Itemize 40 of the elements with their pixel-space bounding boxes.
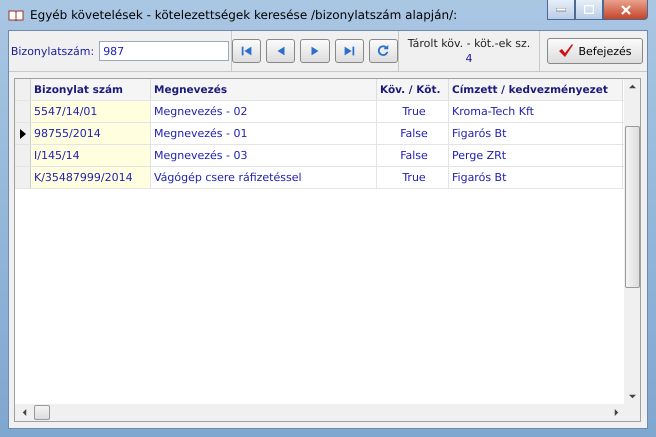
scroll-right-icon[interactable]	[613, 409, 620, 416]
column-header[interactable]: Köv. / Köt.	[377, 79, 449, 100]
first-record-icon	[240, 44, 254, 58]
scroll-thumb[interactable]	[624, 126, 640, 288]
refresh-icon	[376, 44, 390, 58]
vertical-scrollbar[interactable]	[624, 79, 640, 404]
maximize-icon	[584, 5, 594, 14]
close-button[interactable]	[603, 0, 648, 20]
first-record-button[interactable]	[232, 39, 262, 63]
table-cell: 98755/2014	[31, 123, 151, 144]
window-title: Egyéb követelések - kötelezettségek keresése /bizonylatszám alapján/:	[30, 8, 458, 22]
book-icon	[8, 9, 24, 21]
scroll-left-icon[interactable]	[21, 409, 28, 416]
table-cell: Vágógép csere ráfizetéssel	[151, 167, 377, 188]
checkmark-icon	[558, 44, 574, 58]
search-label: Bizonylatszám:	[10, 44, 94, 58]
previous-record-button[interactable]	[266, 39, 296, 63]
column-header[interactable]: Megnevezés	[151, 79, 377, 100]
table-cell: I/145/14	[31, 145, 151, 166]
refresh-button[interactable]	[368, 39, 398, 63]
stored-count-value: 4	[466, 52, 472, 65]
scroll-up-icon[interactable]	[628, 83, 636, 90]
next-record-button[interactable]	[300, 39, 330, 63]
document-number-field[interactable]: 987	[99, 41, 230, 61]
column-header[interactable]: Címzett / kedvezményezet	[449, 79, 623, 100]
row-indicator[interactable]	[15, 123, 31, 144]
maximize-button[interactable]	[575, 0, 603, 20]
table-cell: K/35487999/2014	[31, 167, 151, 188]
stored-count-label: Tárolt köv. - köt.-ek sz.	[408, 37, 530, 50]
last-record-button[interactable]	[334, 39, 364, 63]
minimize-button[interactable]	[547, 0, 575, 20]
scroll-thumb[interactable]	[34, 405, 50, 420]
current-row-icon	[20, 128, 26, 138]
scroll-down-icon[interactable]	[628, 393, 636, 400]
close-icon	[620, 4, 630, 14]
table-cell: 5547/14/01	[31, 101, 151, 122]
finish-button[interactable]: Befejezés	[547, 38, 643, 64]
minimize-icon	[556, 8, 566, 12]
column-header[interactable]: Bizonylat szám	[31, 79, 151, 100]
last-record-icon	[342, 44, 356, 58]
